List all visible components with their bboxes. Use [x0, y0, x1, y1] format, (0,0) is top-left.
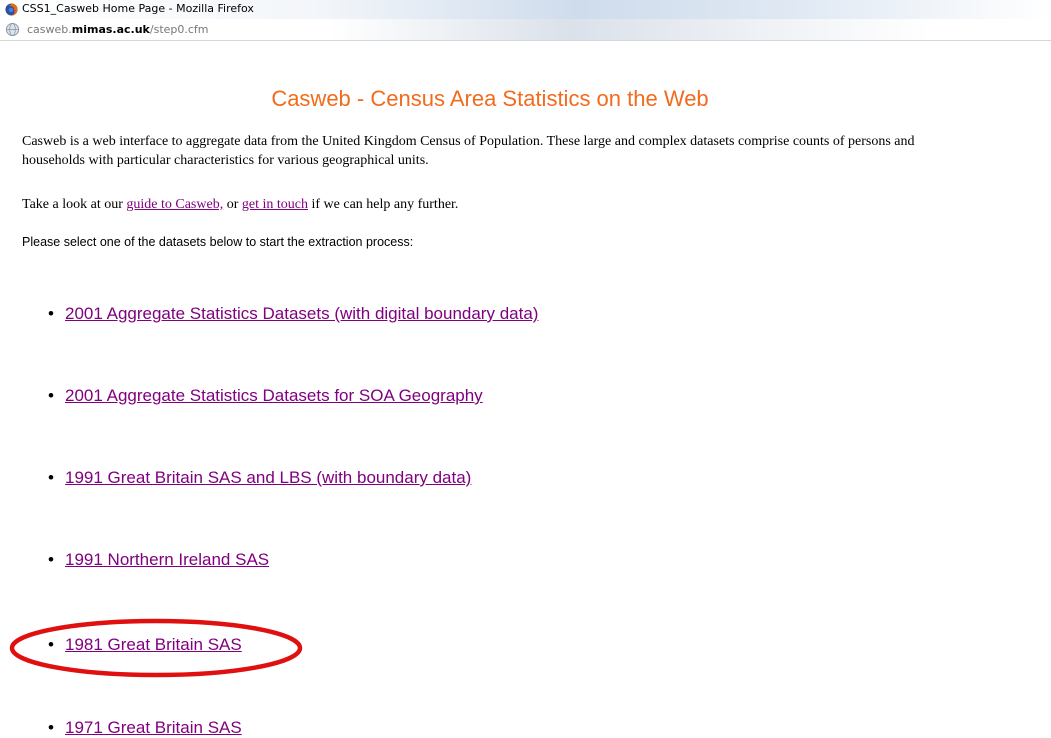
bullet: •	[48, 550, 54, 569]
dataset-item: • 1991 Great Britain SAS and LBS (with bo…	[48, 468, 471, 488]
bullet: •	[48, 718, 54, 737]
url-prefix: casweb.	[27, 23, 72, 36]
url-domain: mimas.ac.uk	[71, 23, 150, 36]
globe-icon[interactable]	[5, 22, 20, 37]
url-text[interactable]: casweb.mimas.ac.uk/step0.cfm	[27, 23, 209, 36]
firefox-icon	[5, 3, 18, 16]
bullet: •	[48, 304, 54, 323]
instruction-text: Please select one of the datasets below …	[22, 235, 414, 249]
dataset-link-2001-soa[interactable]: 2001 Aggregate Statistics Datasets for S…	[65, 386, 483, 405]
page-title: Casweb - Census Area Statistics on the W…	[271, 86, 709, 111]
dataset-link-2001-aggregate-boundary[interactable]: 2001 Aggregate Statistics Datasets (with…	[65, 304, 538, 323]
help-mid: or	[223, 197, 242, 212]
address-bar[interactable]: casweb.mimas.ac.uk/step0.cfm	[0, 19, 1051, 41]
bullet: •	[48, 468, 54, 487]
guide-link[interactable]: guide to Casweb,	[126, 197, 223, 212]
help-suffix: if we can help any further.	[307, 197, 459, 212]
dataset-link-1991-ni-sas[interactable]: 1991 Northern Ireland SAS	[65, 550, 269, 569]
dataset-link-1991-gb-sas-lbs[interactable]: 1991 Great Britain SAS and LBS (with bou…	[65, 468, 471, 487]
help-prefix: Take a look at our	[22, 197, 127, 212]
dataset-item: • 1991 Northern Ireland SAS	[48, 550, 269, 570]
dataset-item: • 1971 Great Britain SAS	[48, 718, 242, 738]
intro-paragraph: Casweb is a web interface to aggregate d…	[22, 134, 915, 168]
highlight-ring	[9, 618, 303, 678]
window-title: CSS1_Casweb Home Page - Mozilla Firefox	[22, 2, 254, 15]
url-path: /step0.cfm	[149, 23, 209, 36]
dataset-link-1971-gb-sas[interactable]: 1971 Great Britain SAS	[65, 718, 242, 737]
dataset-item: • 2001 Aggregate Statistics Datasets for …	[48, 386, 483, 406]
help-paragraph: Take a look at our guide to Casweb, or g…	[22, 195, 458, 214]
window-title-bar: CSS1_Casweb Home Page - Mozilla Firefox	[0, 0, 1051, 19]
contact-link[interactable]: get in touch	[242, 197, 308, 212]
bullet: •	[48, 386, 54, 405]
address-bar-background	[330, 19, 930, 40]
dataset-item: • 2001 Aggregate Statistics Datasets (wit…	[48, 304, 538, 324]
